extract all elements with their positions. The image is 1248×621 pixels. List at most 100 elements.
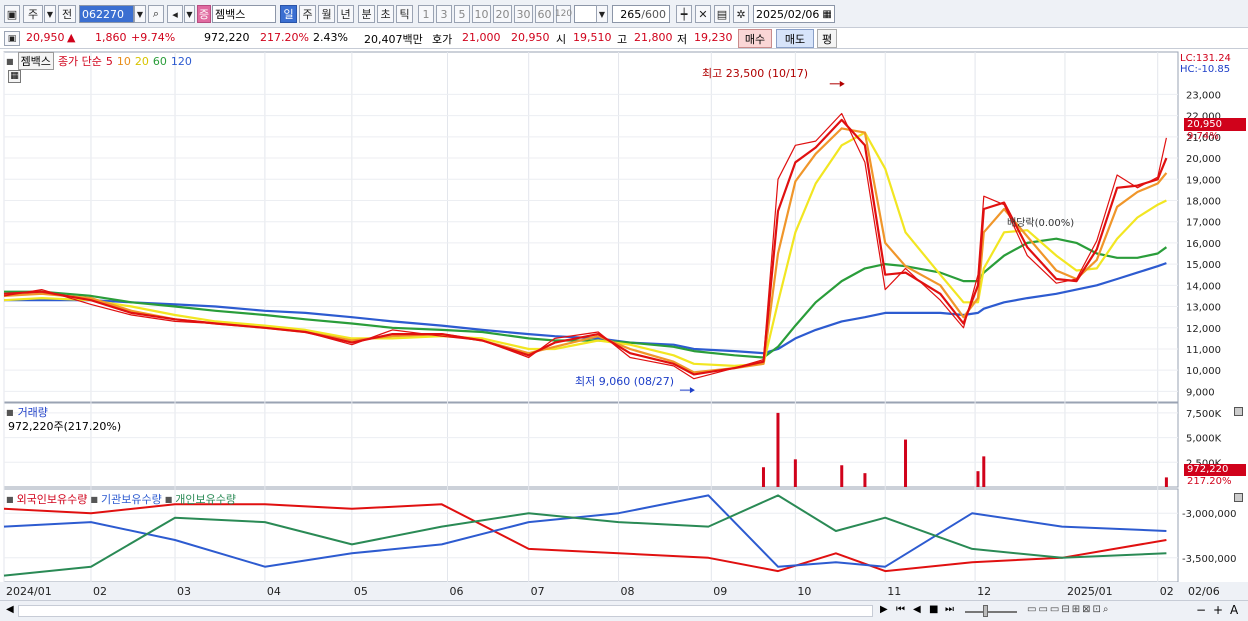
low-label: 저 xyxy=(677,33,688,46)
save-icon[interactable]: ▤ xyxy=(714,5,730,23)
volume-bar xyxy=(976,471,980,487)
minute-button-60-label: 60 xyxy=(537,7,552,21)
minute-button-1-label: 1 xyxy=(422,7,430,21)
volume-bar xyxy=(776,412,780,487)
calendar-icon[interactable]: ▦ xyxy=(822,9,831,20)
holdings-pane-close-icon[interactable] xyxy=(1234,493,1243,502)
volume-last-tag: 972,220 xyxy=(1184,464,1246,476)
x-tick-label: 10 xyxy=(797,585,811,598)
buy-button[interactable]: 매수 xyxy=(738,29,772,48)
quote-window-icon[interactable]: ▣ xyxy=(4,31,20,46)
play-back-icon[interactable]: ◀ xyxy=(913,604,921,615)
minute-button-5-label: 5 xyxy=(458,7,466,21)
zoom-out-icon[interactable]: − xyxy=(1196,603,1206,617)
legend-institution: 기관보유수량 xyxy=(100,493,162,506)
jump-end-icon[interactable]: ⏭ xyxy=(945,604,954,615)
period-tab-minute[interactable]: 분 xyxy=(358,5,375,23)
minute-button-10-label: 10 xyxy=(474,7,489,21)
scroll-right-icon[interactable]: ▶ xyxy=(880,604,888,615)
average-button[interactable]: 평 xyxy=(817,29,837,48)
x-tick-label: 11 xyxy=(887,585,901,598)
minute-button-1[interactable]: 1 xyxy=(418,5,434,23)
period-tab-tick[interactable]: 틱 xyxy=(396,5,413,23)
speaker-dropdown-icon[interactable]: ▼ xyxy=(184,5,195,23)
open-price: 19,510 xyxy=(573,31,612,44)
period-tab-week[interactable]: 주 xyxy=(299,5,316,23)
holdings-marker-icon: ■ xyxy=(90,494,98,504)
stock-name-tag[interactable]: 젬백스 xyxy=(17,52,54,70)
table-icon[interactable]: ▦ xyxy=(8,70,21,83)
zoom-slider-handle[interactable] xyxy=(983,605,988,617)
pane-marker-icon: ■ xyxy=(6,56,14,66)
period-tab-day-label: 일 xyxy=(283,8,294,21)
search-icon[interactable]: ⌕ xyxy=(148,5,164,23)
y-tick-label: 10,000 xyxy=(1186,366,1221,377)
holdings-marker-icon: ■ xyxy=(164,494,173,504)
sell-button-label: 매도 xyxy=(784,32,806,46)
window-icon[interactable]: ▣ xyxy=(4,5,20,23)
stock-name-field[interactable]: 젬백스 xyxy=(212,5,276,23)
data-count-field[interactable]: 265/600 xyxy=(612,5,670,23)
zoom-in-icon[interactable]: + xyxy=(1213,603,1223,617)
period-tab-year[interactable]: 년 xyxy=(337,5,354,23)
x-tick-label: 2024/01 xyxy=(6,585,52,598)
volume-ratio: 217.20% xyxy=(260,31,309,44)
interval-dropdown-icon[interactable]: ▼ xyxy=(596,5,608,23)
speaker-icon[interactable]: ◂ xyxy=(167,5,183,23)
y-tick-label: 20,000 xyxy=(1186,154,1221,165)
zoom-slider[interactable] xyxy=(965,611,1017,613)
y-tick-label: 19,000 xyxy=(1186,175,1221,186)
toolbar-icons[interactable]: ▭▭▭⊟⊞⊠⊡⌕ xyxy=(1027,604,1110,615)
period-tab-month[interactable]: 월 xyxy=(318,5,335,23)
period-tab-tick-label: 틱 xyxy=(399,8,410,21)
stock-chart[interactable]: 2024/01 02 03 04 05 06 07 08 09 10 11 12 2025/01 02 02… xyxy=(0,50,1248,602)
period-prefix[interactable]: 전 xyxy=(58,5,76,23)
date-field[interactable]: 2025/02/06 ▦ xyxy=(753,5,835,23)
volume-bar xyxy=(982,456,986,487)
minute-button-10[interactable]: 10 xyxy=(472,5,491,23)
market-select[interactable]: 주 xyxy=(23,5,43,23)
volume-pane-close-icon[interactable] xyxy=(1234,407,1243,416)
code-dropdown-icon[interactable]: ▼ xyxy=(134,5,146,23)
minute-button-20[interactable]: 20 xyxy=(493,5,512,23)
legend-close-label: 종가 단순 xyxy=(57,55,102,68)
period-tab-day[interactable]: 일 xyxy=(280,5,297,23)
chevron-down-icon[interactable]: ▼ xyxy=(44,5,56,23)
legend-ma10: 10 xyxy=(116,54,131,68)
jump-start-icon[interactable]: ⏮ xyxy=(896,604,905,615)
y-tick-label: 9,000 xyxy=(1186,387,1215,398)
last-price-tag-value: 20,950 xyxy=(1187,119,1222,130)
sell-button[interactable]: 매도 xyxy=(776,29,814,48)
gear-icon[interactable]: ✲ xyxy=(733,5,749,23)
period-tab-second[interactable]: 초 xyxy=(377,5,394,23)
data-count-value: 265 xyxy=(620,7,642,21)
candle-type-icon[interactable]: ┿ xyxy=(676,5,692,23)
scroll-thumb[interactable] xyxy=(18,605,873,617)
high-label: 고 xyxy=(617,33,628,46)
minute-button-5[interactable]: 5 xyxy=(454,5,470,23)
stock-code-input[interactable]: 062270 xyxy=(79,5,134,23)
volume-bar xyxy=(1164,477,1168,487)
minute-button-30[interactable]: 30 xyxy=(514,5,533,23)
crosshair-icon[interactable]: ✕ xyxy=(695,5,711,23)
scroll-left-icon[interactable]: ◀ xyxy=(6,604,14,615)
scroll-bar[interactable]: ◀ ▶ ⏮ ◀ ■ ⏭ ▭▭▭⊟⊞⊠⊡⌕ − + A xyxy=(0,600,1248,621)
legend-individual: 개인보유수량 xyxy=(175,493,236,506)
hoga-label: 호가 xyxy=(432,33,453,46)
minute-button-60[interactable]: 60 xyxy=(535,5,554,23)
x-tick-label: 07 xyxy=(531,585,545,598)
minute-button-3[interactable]: 3 xyxy=(436,5,452,23)
date-value: 2025/02/06 xyxy=(756,7,820,21)
stop-icon[interactable]: ■ xyxy=(929,604,938,615)
holdings-marker-icon: ■ xyxy=(6,494,14,504)
minute-button-120-label: 120 xyxy=(554,9,573,19)
period-tab-year-label: 년 xyxy=(340,8,351,21)
bid-price: 20,950 xyxy=(511,31,550,44)
legend-ma5: 5 xyxy=(105,54,113,68)
minute-button-120[interactable]: 120 xyxy=(554,5,573,23)
x-tick-label: 02/06 xyxy=(1188,585,1220,598)
ask-price: 21,000 xyxy=(462,31,501,44)
font-size-icon[interactable]: A xyxy=(1230,603,1238,617)
legend-ma120: 120 xyxy=(170,54,192,68)
x-tick-label: 12 xyxy=(977,585,991,598)
